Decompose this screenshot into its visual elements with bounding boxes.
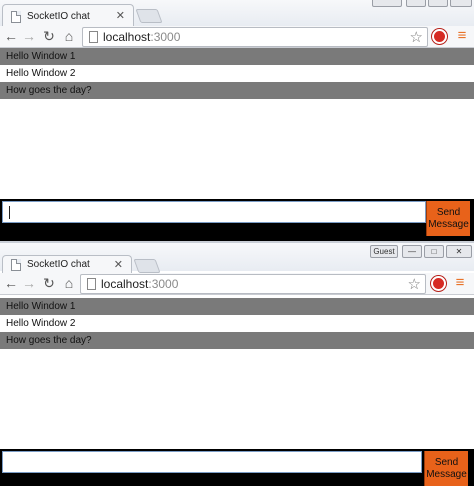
send-message-button[interactable]: Send Message	[426, 201, 470, 236]
minimize-button[interactable]: —	[402, 245, 422, 258]
address-bar[interactable]: localhost:3000 ☆	[82, 27, 428, 47]
browser-window-2: Guest — □ ✕ SocketIO chat ✕ ← → ↻ ⌂ loca…	[0, 243, 474, 486]
chat-form: Send Message	[0, 449, 474, 486]
page-icon	[11, 259, 21, 271]
url-text: localhost:3000	[103, 30, 180, 44]
page-icon	[87, 278, 96, 290]
forward-arrow-icon[interactable]: →	[21, 275, 37, 291]
send-label-line2: Message	[426, 469, 467, 480]
tab-socketio-chat[interactable]: SocketIO chat ✕	[2, 4, 134, 28]
bookmark-star-icon[interactable]: ☆	[408, 275, 421, 293]
message-item: Hello Window 2	[0, 65, 474, 82]
send-label-line1: Send	[436, 207, 461, 218]
message-item: How goes the day?	[0, 332, 474, 349]
bookmark-star-icon[interactable]: ☆	[410, 28, 423, 46]
browser-toolbar: ← → ↻ ⌂ localhost:3000 ☆ ≡	[0, 26, 474, 48]
message-item: Hello Window 1	[0, 48, 474, 65]
tab-strip: Guest — □ ✕ SocketIO chat ✕	[0, 243, 474, 273]
tab-socketio-chat[interactable]: SocketIO chat ✕	[2, 255, 132, 273]
message-input[interactable]	[2, 451, 422, 473]
message-input[interactable]	[2, 201, 426, 223]
user-badge[interactable]: Guest	[370, 245, 398, 258]
extension-icon[interactable]	[431, 276, 446, 291]
tab-title: SocketIO chat	[27, 11, 90, 22]
back-arrow-icon[interactable]: ←	[3, 275, 19, 291]
browser-toolbar: ← → ↻ ⌂ localhost:3000 ☆ ≡	[0, 273, 474, 295]
extension-icon[interactable]	[432, 29, 447, 44]
menu-icon[interactable]: ≡	[454, 28, 470, 44]
home-icon[interactable]: ⌂	[61, 28, 77, 44]
maximize-button[interactable]: □	[424, 245, 444, 258]
menu-icon[interactable]: ≡	[452, 275, 468, 291]
user-badge[interactable]	[372, 0, 402, 7]
tab-title: SocketIO chat	[27, 259, 90, 270]
page-icon	[89, 31, 98, 43]
url-port: :3000	[150, 30, 181, 44]
send-label-line2: Message	[428, 219, 469, 230]
minimize-button[interactable]	[406, 0, 426, 7]
home-icon[interactable]: ⌂	[61, 275, 77, 291]
send-label-line1: Send	[434, 457, 459, 468]
message-item: Hello Window 2	[0, 315, 474, 332]
message-list: Hello Window 1 Hello Window 2 How goes t…	[0, 298, 474, 349]
url-text: localhost:3000	[101, 277, 178, 291]
new-tab-button[interactable]	[135, 9, 163, 23]
close-window-button[interactable]	[450, 0, 472, 7]
page-icon	[11, 11, 21, 23]
message-item: How goes the day?	[0, 82, 474, 99]
url-host: localhost	[101, 277, 149, 291]
chat-form: Send Message	[0, 199, 474, 241]
reload-icon[interactable]: ↻	[41, 28, 57, 44]
message-list: Hello Window 1 Hello Window 2 How goes t…	[0, 48, 474, 99]
tab-close-icon[interactable]: ✕	[114, 258, 123, 271]
send-message-button[interactable]: Send Message	[424, 451, 468, 486]
close-window-button[interactable]: ✕	[446, 245, 472, 258]
tab-close-icon[interactable]: ✕	[116, 9, 125, 22]
new-tab-button[interactable]	[133, 259, 161, 273]
maximize-button[interactable]	[428, 0, 448, 7]
text-caret	[9, 206, 10, 219]
message-item: Hello Window 1	[0, 298, 474, 315]
url-host: localhost	[103, 30, 151, 44]
forward-arrow-icon[interactable]: →	[21, 28, 37, 44]
reload-icon[interactable]: ↻	[41, 275, 57, 291]
address-bar[interactable]: localhost:3000 ☆	[80, 274, 426, 294]
back-arrow-icon[interactable]: ←	[3, 28, 19, 44]
tab-strip: SocketIO chat ✕	[0, 0, 474, 28]
url-port: :3000	[148, 277, 179, 291]
browser-window-1: SocketIO chat ✕ ← → ↻ ⌂ localhost:3000 ☆…	[0, 0, 474, 243]
